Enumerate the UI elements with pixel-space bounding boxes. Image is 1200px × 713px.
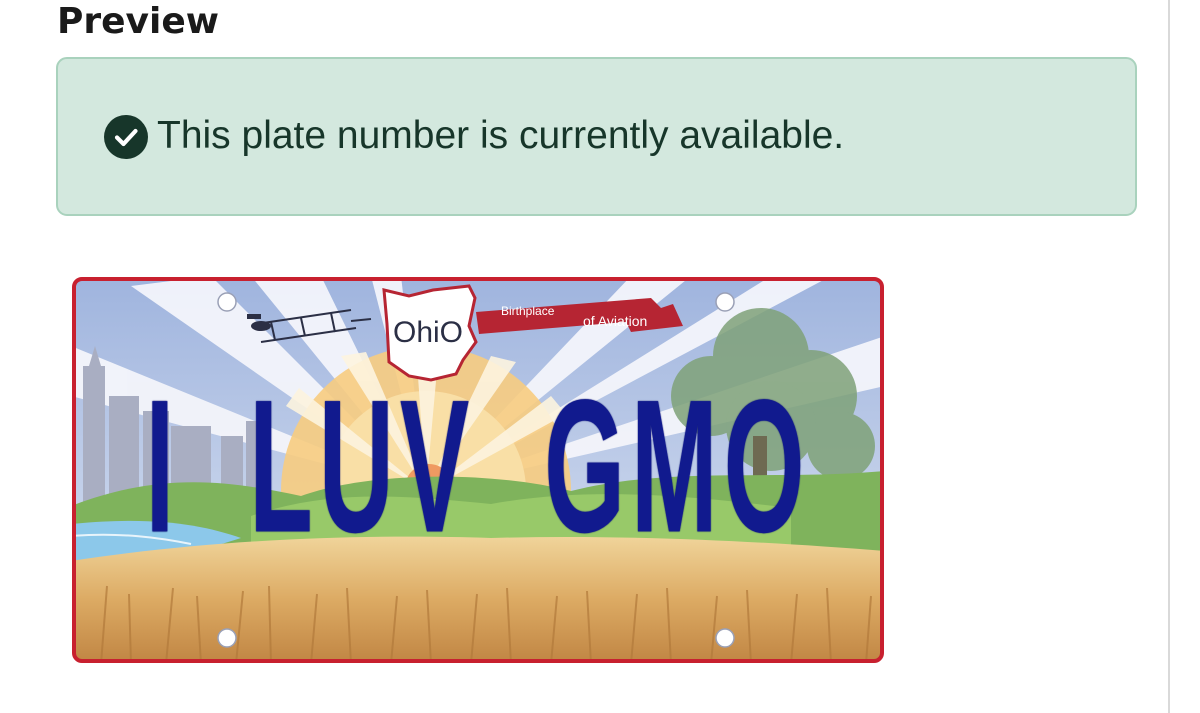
- state-name: OhiO: [393, 316, 463, 349]
- scrollbar[interactable]: [1168, 0, 1200, 713]
- check-circle-icon: [104, 115, 148, 159]
- license-plate-preview: Birthplace of Aviation OhiO I LUV GMO: [71, 276, 885, 664]
- plate-number: I LUV GMO: [71, 373, 885, 593]
- banner-aviation: of Aviation: [583, 313, 647, 329]
- preview-heading: Preview: [57, 1, 220, 42]
- banner-birthplace: Birthplace: [501, 304, 555, 318]
- availability-message: This plate number is currently available…: [157, 114, 845, 157]
- availability-alert: This plate number is currently available…: [56, 57, 1137, 216]
- plate-number-text: I LUV GMO: [145, 362, 811, 574]
